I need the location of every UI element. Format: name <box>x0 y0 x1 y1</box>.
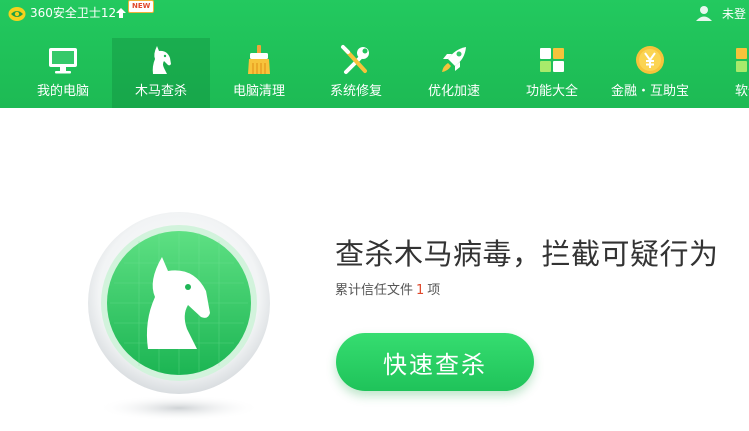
main-panel: 查杀木马病毒，拦截可疑行为 累计信任文件 1 项 快速查杀 <box>0 108 749 431</box>
rocket-icon <box>442 47 466 72</box>
nav-my-computer[interactable]: 我的电脑 <box>14 38 112 108</box>
wrench-screwdriver-icon <box>341 45 369 74</box>
nav-all-features[interactable]: 功能大全 <box>503 38 601 108</box>
app-title: 360安全卫士12 <box>30 6 117 20</box>
title-bar: 360安全卫士12 NEW 未登 <box>0 0 749 28</box>
nav-label: 我的电脑 <box>36 84 89 99</box>
software-icon <box>736 48 747 72</box>
nav-label: 金融・互助宝 <box>610 84 689 99</box>
nav-label: 系统修复 <box>329 84 382 99</box>
nav-label: 软件 <box>734 84 749 99</box>
user-avatar-icon[interactable] <box>695 4 713 22</box>
yuan-coin-icon <box>636 46 664 74</box>
trust-suffix: 项 <box>427 283 441 298</box>
nav-cleanup[interactable]: 电脑清理 <box>210 38 308 108</box>
broom-icon <box>248 45 270 74</box>
nav-trojan-scan[interactable]: 木马查杀 <box>112 38 210 108</box>
app-window: 360安全卫士12 NEW 未登 我的电脑 木马查杀 电脑清理 系统修复 优化加… <box>0 0 749 431</box>
nav-speedup[interactable]: 优化加速 <box>405 38 503 108</box>
login-link[interactable]: 未登 <box>722 6 746 22</box>
new-badge: NEW <box>128 0 155 13</box>
trojan-shield-graphic <box>88 212 270 421</box>
360-logo-icon <box>8 7 26 21</box>
nav-software[interactable]: 软件 <box>699 38 749 108</box>
headline: 查杀木马病毒，拦截可疑行为 <box>335 237 719 271</box>
trust-prefix: 累计信任文件 <box>335 283 414 298</box>
trusted-files-summary: 累计信任文件 1 项 <box>335 282 440 300</box>
quick-scan-button[interactable]: 快速查杀 <box>336 333 534 391</box>
nav-finance[interactable]: 金融・互助宝 <box>601 38 699 108</box>
nav-label: 电脑清理 <box>232 84 285 99</box>
horse-icon <box>152 46 171 74</box>
main-nav: 我的电脑 木马查杀 电脑清理 系统修复 优化加速 功能大全 金融・互助宝 软 <box>0 38 749 108</box>
header: 360安全卫士12 NEW 未登 我的电脑 木马查杀 电脑清理 系统修复 优化加… <box>0 0 749 108</box>
nav-label: 功能大全 <box>525 84 578 99</box>
nav-system-repair[interactable]: 系统修复 <box>307 38 405 108</box>
grid-icon <box>540 48 564 72</box>
upgrade-arrow-icon[interactable] <box>115 7 127 19</box>
trusted-file-count[interactable]: 1 <box>416 283 424 298</box>
nav-label: 木马查杀 <box>134 84 187 99</box>
nav-label: 优化加速 <box>427 84 480 99</box>
monitor-icon <box>49 48 77 74</box>
